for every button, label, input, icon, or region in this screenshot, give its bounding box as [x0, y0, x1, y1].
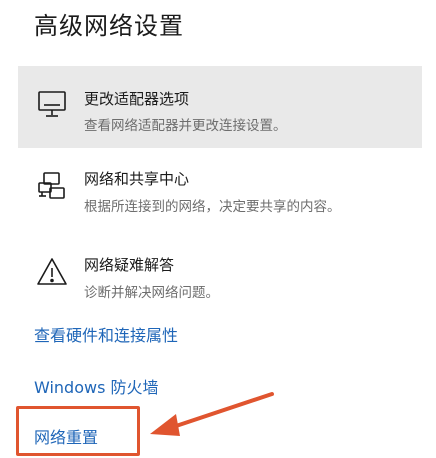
network-troubleshooter-desc: 诊断并解决网络问题。: [84, 285, 219, 301]
network-sharing-center-title: 网络和共享中心: [84, 170, 190, 188]
change-adapter-options-item[interactable]: 更改适配器选项 查看网络适配器并更改连接设置。: [18, 66, 422, 148]
change-adapter-options-desc: 查看网络适配器并更改连接设置。: [84, 118, 287, 134]
network-reset-highlight-box: [16, 406, 140, 456]
network-troubleshooter-item[interactable]: 网络疑难解答 诊断并解决网络问题。: [18, 238, 422, 308]
page-title: 高级网络设置: [34, 12, 184, 40]
network-sharing-icon: [36, 170, 68, 202]
network-sharing-center-desc: 根据所连接到的网络，决定要共享的内容。: [84, 199, 341, 215]
annotation-arrow-icon: [150, 392, 274, 436]
monitor-icon: [36, 88, 68, 120]
warning-icon: [36, 256, 68, 288]
hardware-properties-link[interactable]: 查看硬件和连接属性: [34, 322, 178, 346]
network-sharing-center-item[interactable]: 网络和共享中心 根据所连接到的网络，决定要共享的内容。: [18, 156, 422, 230]
change-adapter-options-title: 更改适配器选项: [84, 90, 190, 108]
network-troubleshooter-title: 网络疑难解答: [84, 256, 175, 274]
